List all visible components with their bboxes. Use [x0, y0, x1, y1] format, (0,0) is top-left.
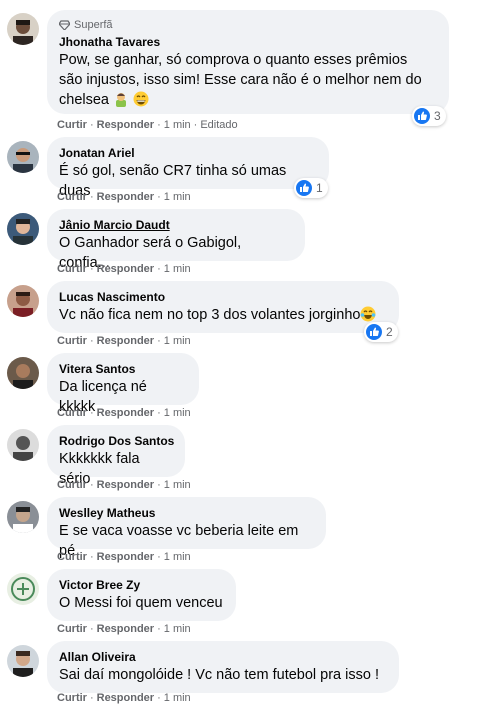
reply-button[interactable]: Responder [97, 335, 154, 347]
like-button[interactable]: Curtir [57, 263, 87, 275]
comment-bubble: Lucas Nascimento Vc não fica nem no top … [47, 281, 399, 333]
avatar[interactable] [7, 429, 39, 461]
avatar[interactable] [7, 357, 39, 389]
comment-time[interactable]: 1 min [164, 551, 191, 563]
like-reaction-icon [414, 108, 430, 124]
reply-button[interactable]: Responder [97, 692, 154, 704]
comment-bubble: Victor Bree Zy O Messi foi quem venceu [47, 569, 236, 621]
comment-actions: Curtir · Responder · 1 min [57, 335, 191, 347]
comment-bubble: Superfã Jhonatha Tavares Pow, se ganhar,… [47, 10, 449, 114]
comment-bubble: Weslley Matheus E se vaca voasse vc bebe… [47, 497, 326, 559]
badge-label: Superfã [74, 18, 113, 31]
reply-button[interactable]: Responder [97, 119, 154, 131]
like-button[interactable]: Curtir [57, 407, 87, 419]
like-button[interactable]: Curtir [57, 479, 87, 491]
comment-actions: Curtir · Responder · 1 min · Editado [57, 119, 238, 131]
comment-text: Vc não fica nem no top 3 dos volantes jo… [59, 305, 387, 325]
comment-actions: Curtir · Responder · 1 min [57, 623, 191, 635]
like-button[interactable]: Curtir [57, 692, 87, 704]
reaction-count-label: 1 [316, 181, 323, 195]
comment-author[interactable]: Vitera Santos [59, 361, 187, 377]
comment-time[interactable]: 1 min [164, 692, 191, 704]
like-button[interactable]: Curtir [57, 335, 87, 347]
avatar[interactable] [7, 645, 39, 677]
comment-time[interactable]: 1 min [164, 263, 191, 275]
fan-badge[interactable]: Superfã [59, 18, 437, 31]
comment-author[interactable]: Jhonatha Tavares [59, 34, 437, 50]
like-button[interactable]: Curtir [57, 119, 87, 131]
laughing-tears-emoji-icon [360, 306, 376, 322]
reply-button[interactable]: Responder [97, 407, 154, 419]
comment-time[interactable]: 1 min [164, 335, 191, 347]
avatar[interactable] [7, 213, 39, 245]
comment-author[interactable]: Victor Bree Zy [59, 577, 224, 593]
reply-button[interactable]: Responder [97, 191, 154, 203]
comment-text: O Messi foi quem venceu [59, 595, 223, 611]
comment-time[interactable]: 1 min [164, 407, 191, 419]
comment-text: Sai daí mongolóide ! Vc não tem futebol … [59, 667, 379, 683]
reaction-count[interactable]: 1 [294, 178, 328, 198]
reaction-count[interactable]: 2 [364, 322, 398, 342]
avatar[interactable] [7, 13, 39, 45]
comment-text-line-with-emoji: chelsea [59, 90, 437, 110]
comment-actions: Curtir · Responder · 1 min [57, 407, 191, 419]
reaction-count[interactable]: 3 [412, 106, 446, 126]
reply-button[interactable]: Responder [97, 479, 154, 491]
reaction-count-label: 2 [386, 325, 393, 339]
comment-author[interactable]: Allan Oliveira [59, 649, 387, 665]
man-emoji-icon [116, 93, 127, 107]
comment-author[interactable]: Jânio Marcio Daudt [59, 217, 293, 233]
comment-actions: Curtir · Responder · 1 min [57, 692, 191, 704]
comment-author[interactable]: Jonatan Ariel [59, 145, 317, 161]
comment-feed: Superfã Jhonatha Tavares Pow, se ganhar,… [0, 0, 481, 704]
reply-button[interactable]: Responder [97, 551, 154, 563]
diamond-icon [59, 19, 70, 30]
like-button[interactable]: Curtir [57, 623, 87, 635]
comment-text-line: são injustos, isso sim! Esse cara não é … [59, 72, 422, 88]
like-button[interactable]: Curtir [57, 551, 87, 563]
reaction-count-label: 3 [434, 109, 441, 123]
comment-bubble: Jonatan Ariel É só gol, senão CR7 tinha … [47, 137, 329, 199]
avatar[interactable] [7, 141, 39, 173]
comment-bubble: Jânio Marcio Daudt O Ganhador será o Gab… [47, 209, 305, 271]
reply-button[interactable]: Responder [97, 623, 154, 635]
comment-author[interactable]: Lucas Nascimento [59, 289, 387, 305]
like-button[interactable]: Curtir [57, 191, 87, 203]
comment-time[interactable]: 1 min [164, 119, 191, 131]
avatar[interactable] [7, 501, 39, 533]
comment-time[interactable]: 1 min [164, 479, 191, 491]
comment-actions: Curtir · Responder · 1 min [57, 191, 191, 203]
like-reaction-icon [366, 324, 382, 340]
edited-label: Editado [200, 119, 238, 131]
comment-time[interactable]: 1 min [164, 623, 191, 635]
comment-author[interactable]: Rodrigo Dos Santos [59, 433, 174, 449]
comment-text-line: Pow, se ganhar, só comprova o quanto ess… [59, 52, 408, 68]
comment-bubble: Vitera Santos Da licença né kkkkk [47, 353, 199, 415]
avatar[interactable] [7, 573, 39, 605]
comment-actions: Curtir · Responder · 1 min [57, 263, 191, 275]
comment-actions: Curtir · Responder · 1 min [57, 479, 191, 491]
avatar[interactable] [7, 285, 39, 317]
grin-emoji-icon [133, 91, 149, 107]
reply-button[interactable]: Responder [97, 263, 154, 275]
comment-actions: Curtir · Responder · 1 min [57, 551, 191, 563]
comment-author[interactable]: Weslley Matheus [59, 505, 314, 521]
comment-text: Pow, se ganhar, só comprova o quanto ess… [59, 50, 437, 110]
comment-bubble: Allan Oliveira Sai daí mongolóide ! Vc n… [47, 641, 399, 693]
comment-bubble: Rodrigo Dos Santos Kkkkkkk fala sério [47, 425, 185, 487]
like-reaction-icon [296, 180, 312, 196]
comment-time[interactable]: 1 min [164, 191, 191, 203]
